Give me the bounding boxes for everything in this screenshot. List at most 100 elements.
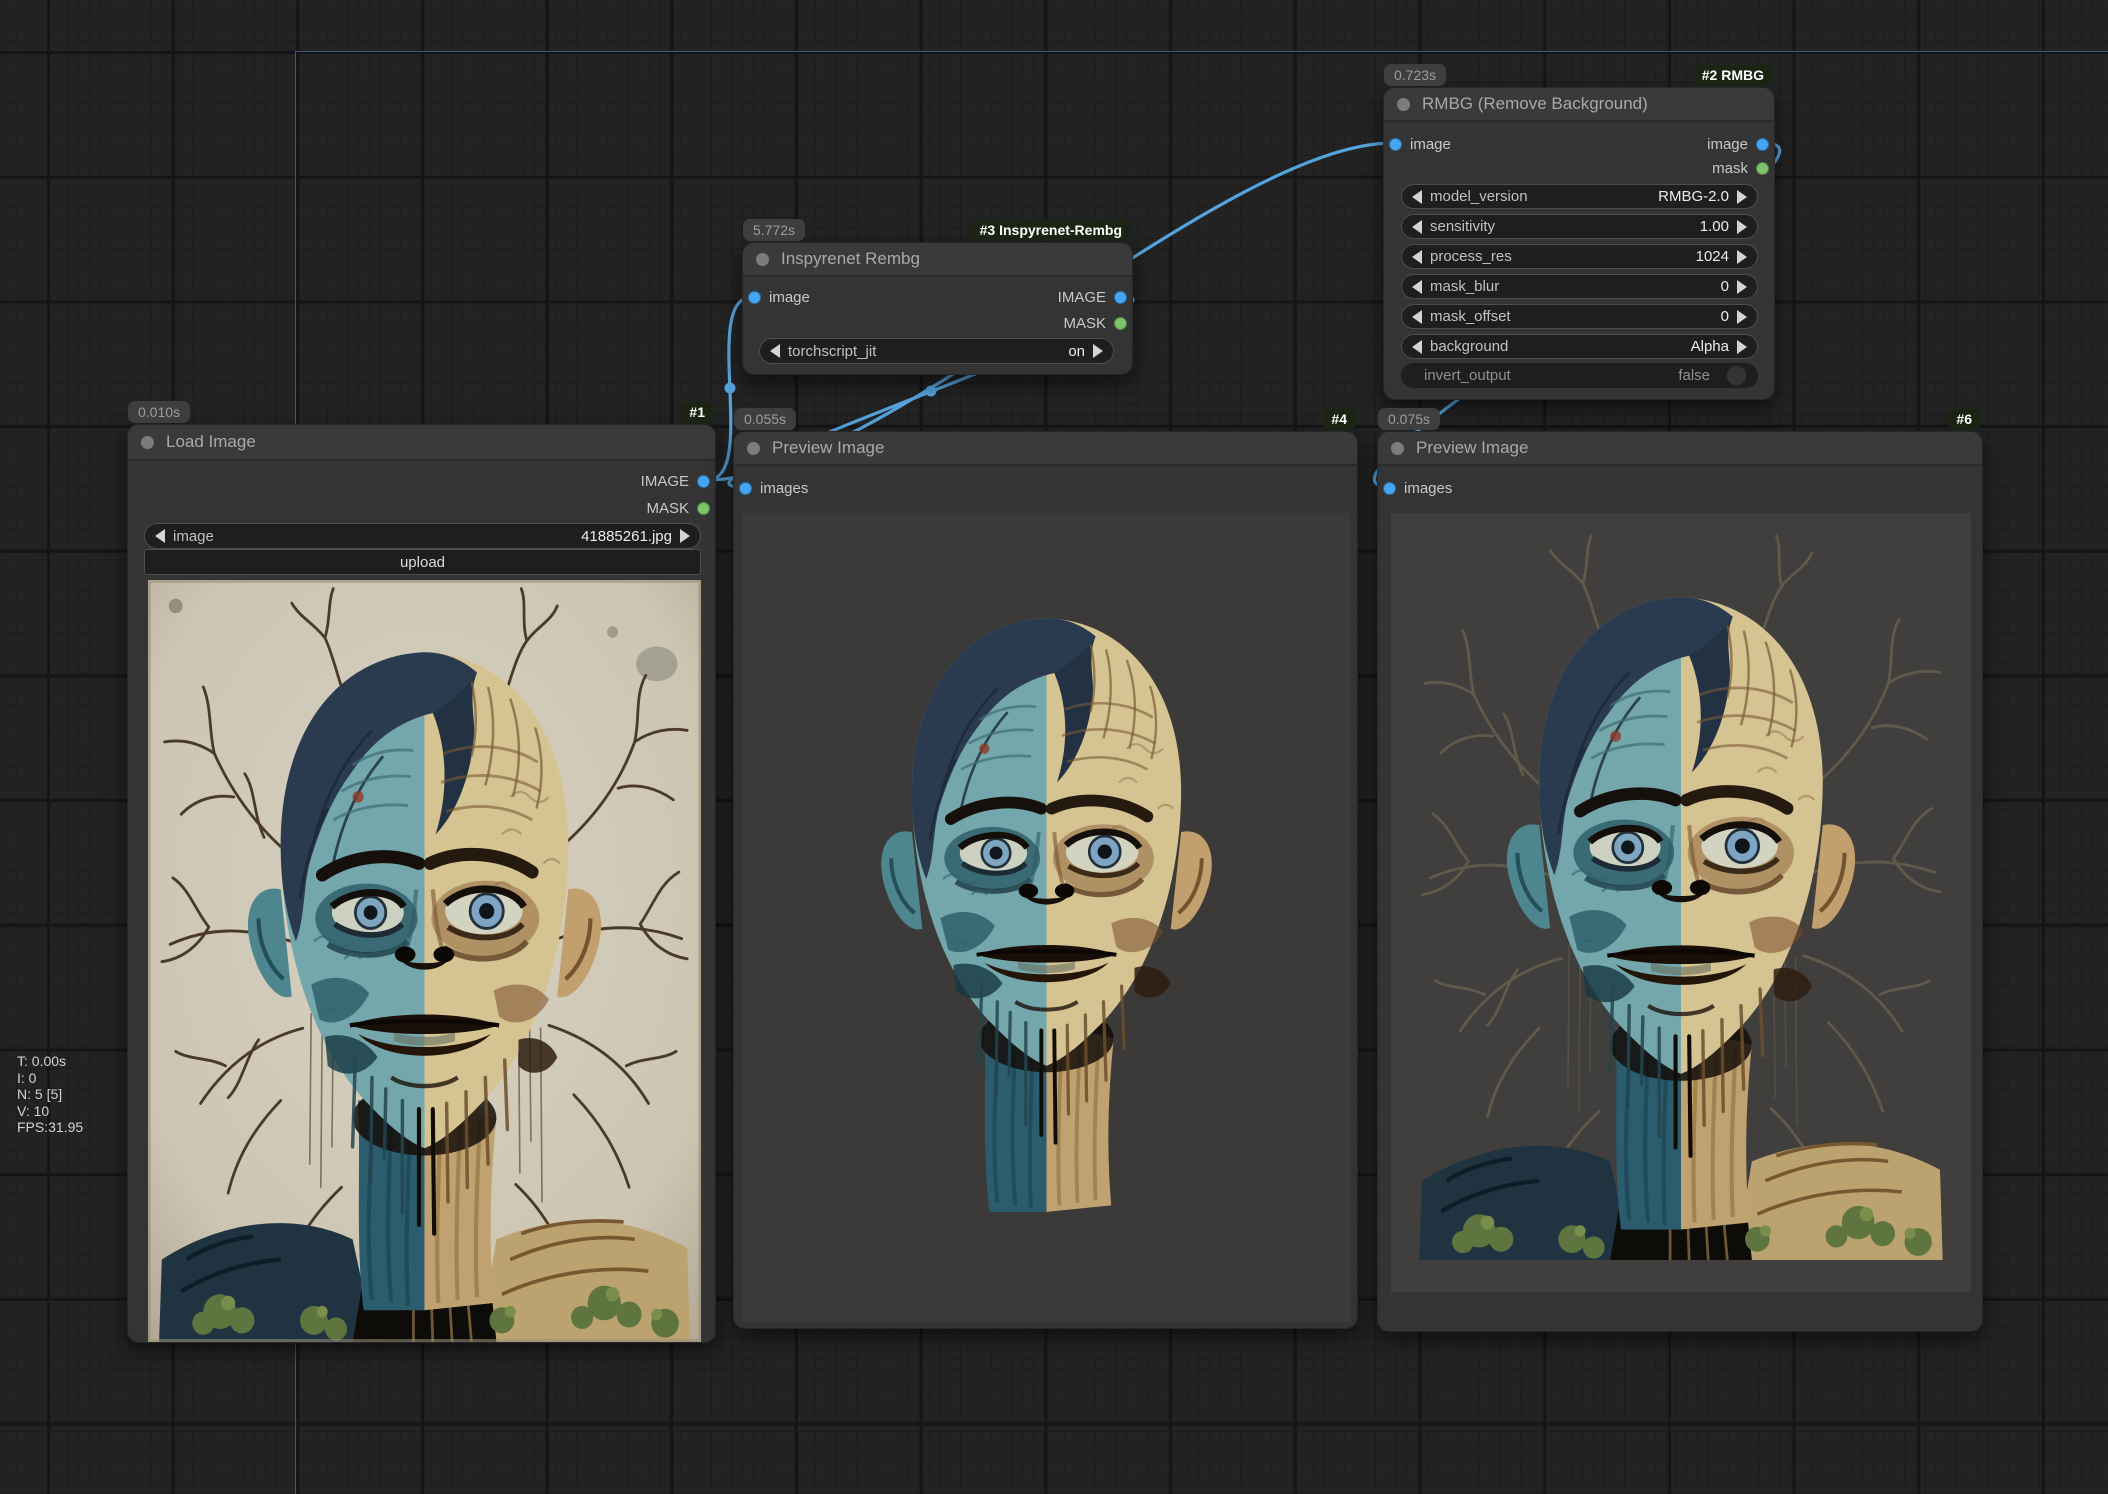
widget-value: Alpha <box>1690 338 1729 355</box>
widget-label: mask_blur <box>1430 278 1500 295</box>
port-dot-blue[interactable] <box>1756 137 1769 151</box>
model-version-widget[interactable]: model_version RMBG-2.0 <box>1401 184 1758 209</box>
next-arrow-icon[interactable] <box>1737 249 1747 264</box>
execution-time-badge: 0.010s <box>128 401 191 423</box>
collapse-dot-icon[interactable] <box>141 435 154 449</box>
widget-label: invert_output <box>1424 367 1511 384</box>
prev-arrow-icon[interactable] <box>1412 279 1422 294</box>
preview-image-result <box>742 513 1351 1322</box>
output-port-mask[interactable]: mask <box>1712 159 1769 177</box>
next-arrow-icon[interactable] <box>1737 339 1747 354</box>
port-dot-blue[interactable] <box>697 474 710 488</box>
widget-label: mask_offset <box>1430 308 1511 325</box>
output-port-image[interactable]: IMAGE <box>640 472 710 490</box>
port-label: IMAGE <box>640 472 689 490</box>
upload-button[interactable]: upload <box>144 549 701 575</box>
port-label: images <box>1404 479 1453 497</box>
input-port-image[interactable]: image <box>748 289 810 306</box>
execution-time-badge: 5.772s <box>743 219 806 241</box>
input-port-images[interactable]: images <box>1383 479 1453 497</box>
node-id-badge: #3 Inspyrenet-Rembg <box>971 220 1130 241</box>
input-port-images[interactable]: images <box>739 480 808 497</box>
port-label: image <box>1410 135 1451 153</box>
port-label: mask <box>1712 159 1748 177</box>
node-id-badge: #4 <box>1323 409 1355 430</box>
node-title-bar[interactable]: RMBG (Remove Background) <box>1384 88 1774 122</box>
widget-value: 0 <box>1720 308 1729 325</box>
collapse-dot-icon[interactable] <box>1397 97 1410 111</box>
link-midpoint-dot <box>724 382 736 394</box>
next-arrow-icon[interactable] <box>1737 189 1747 204</box>
node-load-image[interactable]: 0.010s #1 Load Image IMAGE MASK image 41… <box>127 401 716 1343</box>
widget-label: model_version <box>1430 188 1528 205</box>
node-title-bar[interactable]: Preview Image <box>734 432 1357 466</box>
node-id-badge: #1 <box>681 402 713 423</box>
widget-value: on <box>1068 342 1085 360</box>
prev-arrow-icon[interactable] <box>1412 219 1422 234</box>
collapse-dot-icon[interactable] <box>756 252 769 266</box>
output-port-mask[interactable]: MASK <box>646 499 710 517</box>
image-combo-widget[interactable]: image 41885261.jpg <box>144 523 701 549</box>
widget-label: torchscript_jit <box>788 342 877 360</box>
prev-arrow-icon[interactable] <box>155 529 165 543</box>
node-title-text: Load Image <box>166 432 256 451</box>
widget-value: 1024 <box>1695 248 1729 265</box>
node-preview-image-4[interactable]: 0.055s #4 Preview Image images <box>733 408 1358 1329</box>
port-dot-green[interactable] <box>1114 316 1127 330</box>
widget-value: 41885261.jpg <box>581 527 672 545</box>
node-title-text: RMBG (Remove Background) <box>1422 94 1648 113</box>
port-dot-blue[interactable] <box>1383 481 1396 495</box>
prev-arrow-icon[interactable] <box>1412 339 1422 354</box>
node-title-bar[interactable]: Load Image <box>128 425 715 461</box>
widget-value: 0 <box>1720 278 1729 295</box>
process-res-widget[interactable]: process_res 1024 <box>1401 244 1758 269</box>
port-label: MASK <box>1063 314 1106 332</box>
torchscript-jit-widget[interactable]: torchscript_jit on <box>759 338 1114 364</box>
performance-stats: T: 0.00s I: 0 N: 5 [5] V: 10 FPS:31.95 <box>17 1053 83 1136</box>
port-dot-green[interactable] <box>697 501 710 515</box>
loaded-image-preview <box>148 580 701 1342</box>
next-arrow-icon[interactable] <box>1737 279 1747 294</box>
port-dot-blue[interactable] <box>1114 290 1127 304</box>
output-port-mask[interactable]: MASK <box>1063 314 1127 332</box>
sensitivity-widget[interactable]: sensitivity 1.00 <box>1401 214 1758 239</box>
node-inspyrenet-rembg[interactable]: 5.772s #3 Inspyrenet-Rembg Inspyrenet Re… <box>742 219 1133 375</box>
output-port-image[interactable]: image <box>1707 136 1769 153</box>
output-port-image[interactable]: IMAGE <box>1058 289 1127 306</box>
prev-arrow-icon[interactable] <box>1412 249 1422 264</box>
next-arrow-icon[interactable] <box>1737 309 1747 324</box>
node-rmbg[interactable]: 0.723s #2 RMBG RMBG (Remove Background) … <box>1383 64 1775 400</box>
invert-output-toggle[interactable]: invert_output false <box>1401 363 1758 388</box>
node-preview-image-6[interactable]: 0.075s #6 Preview Image images <box>1377 408 1983 1332</box>
widget-value: false <box>1678 367 1710 384</box>
widget-label: process_res <box>1430 248 1512 265</box>
preview-image-result <box>1391 513 1971 1292</box>
prev-arrow-icon[interactable] <box>1412 189 1422 204</box>
next-arrow-icon[interactable] <box>1093 344 1103 358</box>
port-dot-blue[interactable] <box>748 290 761 304</box>
port-dot-green[interactable] <box>1756 161 1769 175</box>
port-dot-blue[interactable] <box>739 481 752 495</box>
prev-arrow-icon[interactable] <box>1412 309 1422 324</box>
collapse-dot-icon[interactable] <box>1391 441 1404 455</box>
link-midpoint-dot <box>925 385 937 397</box>
upload-button-label: upload <box>399 553 446 571</box>
mask-offset-widget[interactable]: mask_offset 0 <box>1401 304 1758 329</box>
mask-blur-widget[interactable]: mask_blur 0 <box>1401 274 1758 299</box>
execution-time-badge: 0.055s <box>734 408 797 430</box>
node-title-text: Preview Image <box>772 438 885 457</box>
port-dot-blue[interactable] <box>1389 137 1402 151</box>
stat-line: T: 0.00s <box>17 1053 67 1069</box>
collapse-dot-icon[interactable] <box>747 441 760 455</box>
node-title-bar[interactable]: Preview Image <box>1378 432 1982 466</box>
toggle-knob-icon[interactable] <box>1726 365 1747 386</box>
next-arrow-icon[interactable] <box>680 529 690 543</box>
node-title-bar[interactable]: Inspyrenet Rembg <box>743 243 1132 277</box>
next-arrow-icon[interactable] <box>1737 219 1747 234</box>
node-graph-canvas[interactable]: 0.010s #1 Load Image IMAGE MASK image 41… <box>0 0 2108 1494</box>
input-port-image[interactable]: image <box>1389 135 1451 153</box>
port-label: MASK <box>646 499 689 517</box>
prev-arrow-icon[interactable] <box>770 344 780 358</box>
node-id-badge: #2 RMBG <box>1693 65 1772 86</box>
background-widget[interactable]: background Alpha <box>1401 334 1758 359</box>
